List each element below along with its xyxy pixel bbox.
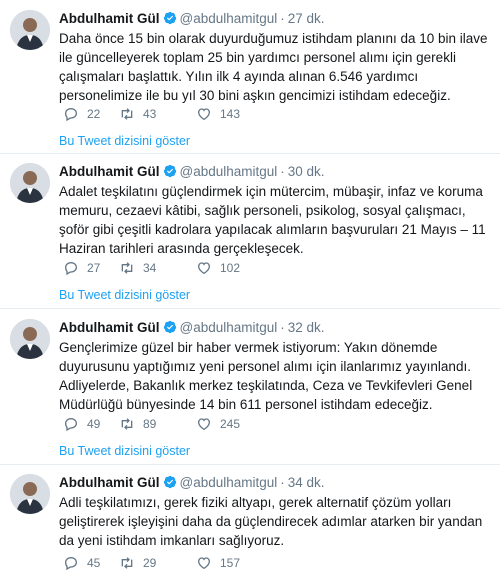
reply-count: 22 xyxy=(87,107,101,121)
tweet-actions: 22 43 143 xyxy=(63,105,303,123)
show-thread-link[interactable]: Bu Tweet dizisini göster xyxy=(59,443,190,459)
tweet-header: Abdulhamit Gül @abdulhamitgul · 32 dk. xyxy=(59,319,325,337)
tweet-text: Gençlerimize güzel bir haber vermek isti… xyxy=(59,340,473,412)
reply-icon xyxy=(64,107,78,122)
verified-badge-icon xyxy=(163,320,176,334)
like-count: 245 xyxy=(220,417,241,431)
retweet-icon xyxy=(121,262,133,274)
author-name[interactable]: Abdulhamit Gül xyxy=(59,164,160,179)
author-name[interactable]: Abdulhamit Gül xyxy=(59,11,160,26)
tweet-header: Abdulhamit Gül @abdulhamitgul · 30 dk. xyxy=(59,163,325,181)
retweet-icon xyxy=(121,418,133,430)
tweet-actions: 45 29 157 xyxy=(63,554,303,572)
heart-icon xyxy=(197,557,211,570)
tweet-feed: Abdulhamit Gül @abdulhamitgul · 27 dk. Daha… xyxy=(0,0,500,587)
like-button[interactable]: 102 xyxy=(196,259,240,277)
like-count: 102 xyxy=(220,261,241,275)
like-button[interactable]: 143 xyxy=(196,105,240,123)
retweet-icon xyxy=(121,557,133,569)
retweet-count: 43 xyxy=(143,107,157,121)
tweet-actions: 49 89 245 xyxy=(63,415,303,433)
reply-button[interactable]: 45 xyxy=(63,554,100,572)
author-name[interactable]: Abdulhamit Gül xyxy=(59,475,160,490)
tweet-actions: 27 34 102 xyxy=(63,259,303,277)
timestamp[interactable]: 30 dk. xyxy=(288,164,325,179)
retweet-button[interactable]: 34 xyxy=(119,259,156,277)
heart-icon xyxy=(197,418,211,431)
verified-badge-icon xyxy=(163,11,176,25)
tweet-text: Adli teşkilatımızı, gerek fiziki altyapı… xyxy=(59,495,483,548)
tweet-text: Daha önce 15 bin olarak duyurduğumuz ist… xyxy=(59,31,488,103)
retweet-button[interactable]: 89 xyxy=(119,415,156,433)
separator-dot: · xyxy=(280,475,285,490)
reply-icon xyxy=(64,556,78,571)
author-handle[interactable]: @abdulhamitgul xyxy=(180,320,278,335)
divider xyxy=(0,153,500,154)
reply-button[interactable]: 49 xyxy=(63,415,100,433)
verified-badge-icon xyxy=(163,475,176,489)
reply-icon xyxy=(64,261,78,276)
reply-count: 27 xyxy=(87,261,101,275)
like-button[interactable]: 245 xyxy=(196,415,240,433)
divider xyxy=(0,308,500,309)
avatar[interactable] xyxy=(10,474,50,514)
like-count: 157 xyxy=(220,556,241,570)
timestamp[interactable]: 32 dk. xyxy=(288,320,325,335)
author-handle[interactable]: @abdulhamitgul xyxy=(180,11,278,26)
retweet-button[interactable]: 43 xyxy=(119,105,156,123)
reply-button[interactable]: 22 xyxy=(63,105,100,123)
show-thread-link[interactable]: Bu Tweet dizisini göster xyxy=(59,287,190,303)
retweet-icon xyxy=(121,108,133,120)
reply-button[interactable]: 27 xyxy=(63,259,100,277)
retweet-button[interactable]: 29 xyxy=(119,554,156,572)
like-count: 143 xyxy=(220,107,241,121)
tweet-header: Abdulhamit Gül @abdulhamitgul · 27 dk. xyxy=(59,10,325,28)
tweet-header: Abdulhamit Gül @abdulhamitgul · 34 dk. xyxy=(59,474,325,492)
heart-icon xyxy=(197,108,211,121)
show-thread-link[interactable]: Bu Tweet dizisini göster xyxy=(59,133,190,149)
retweet-count: 29 xyxy=(143,556,157,570)
reply-icon xyxy=(64,417,78,432)
separator-dot: · xyxy=(280,320,285,335)
avatar[interactable] xyxy=(10,10,50,50)
reply-count: 49 xyxy=(87,417,101,431)
heart-icon xyxy=(197,262,211,275)
retweet-count: 34 xyxy=(143,261,157,275)
author-handle[interactable]: @abdulhamitgul xyxy=(180,164,278,179)
like-button[interactable]: 157 xyxy=(196,554,240,572)
separator-dot: · xyxy=(280,11,285,26)
author-name[interactable]: Abdulhamit Gül xyxy=(59,320,160,335)
separator-dot: · xyxy=(280,164,285,179)
author-handle[interactable]: @abdulhamitgul xyxy=(180,475,278,490)
retweet-count: 89 xyxy=(143,417,157,431)
timestamp[interactable]: 27 dk. xyxy=(288,11,325,26)
timestamp[interactable]: 34 dk. xyxy=(288,475,325,490)
avatar[interactable] xyxy=(10,319,50,359)
tweet-text: Adalet teşkilatını güçlendirmek için müt… xyxy=(59,184,486,256)
verified-badge-icon xyxy=(163,164,176,178)
reply-count: 45 xyxy=(87,556,101,570)
avatar[interactable] xyxy=(10,163,50,203)
divider xyxy=(0,464,500,465)
